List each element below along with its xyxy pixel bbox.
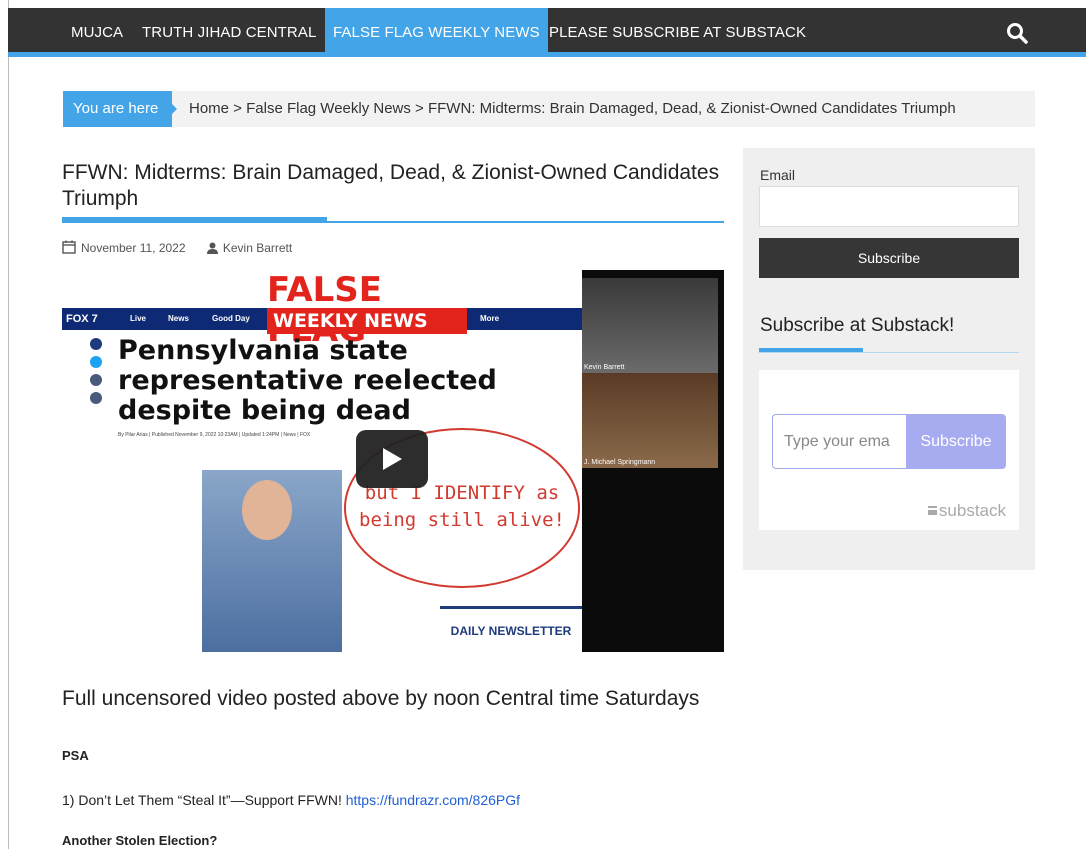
article-meta: November 11, 2022 Kevin Barrett (62, 240, 292, 256)
article-date[interactable]: November 11, 2022 (81, 241, 186, 255)
video-banner-title: FALSE FLAG (267, 270, 383, 350)
email-icon (90, 392, 102, 404)
sidebar: Email Subscribe Subscribe at Substack! T… (743, 148, 1035, 570)
breadcrumb-arrow-icon (172, 104, 177, 114)
play-button[interactable] (356, 430, 428, 488)
nav-item-please-subscribe[interactable]: PLEASE SUBSCRIBE AT SUBSTACK (541, 8, 814, 57)
substack-widget-title: Subscribe at Substack! (760, 315, 955, 336)
speech-bubble-text: but I IDENTIFY as being still alive! (359, 482, 565, 531)
webcam-kevin-barrett: Kevin Barrett (582, 278, 718, 373)
article-author[interactable]: Kevin Barrett (223, 241, 292, 255)
share-icon (90, 374, 102, 386)
calendar-icon (62, 240, 76, 254)
nav-item-mujca[interactable]: MUJCA (64, 8, 130, 57)
fundrazr-link[interactable]: https://fundrazr.com/826PGf (346, 792, 520, 808)
video-frame: FOX 7 Live News Good Day More FALSE FLAG… (62, 270, 582, 652)
nav-item-truth-jihad-central[interactable]: TRUTH JIHAD CENTRAL (135, 8, 323, 57)
email-field[interactable] (759, 186, 1019, 227)
page-left-border (8, 0, 9, 849)
top-navigation: MUJCA TRUTH JIHAD CENTRAL FALSE FLAG WEE… (8, 8, 1086, 57)
video-tab-good-day: Good Day (212, 314, 250, 323)
widget-title-underline-accent (759, 348, 863, 352)
video-byline: By Pilar Arias | Published November 9, 2… (118, 432, 311, 438)
substack-logo-icon (927, 506, 937, 515)
user-icon (206, 242, 218, 254)
substack-email-input[interactable]: Type your ema (772, 414, 906, 469)
article-title: FFWN: Midterms: Brain Damaged, Dead, & Z… (62, 161, 720, 210)
video-channel: FOX 7 (66, 313, 98, 325)
email-label: Email (760, 167, 796, 183)
video-tab-news: News (168, 314, 189, 323)
widget-title-underline (759, 352, 1019, 353)
video-tab-more: More (480, 314, 500, 323)
you-are-here-label: You are here (63, 91, 172, 127)
video-person-head (242, 480, 292, 540)
video-headline: Pennsylvania state representative reelec… (118, 335, 497, 426)
nav-item-false-flag-weekly-news[interactable]: FALSE FLAG WEEKLY NEWS (325, 8, 548, 57)
breadcrumb: You are here Home > False Flag Weekly Ne… (63, 91, 1035, 127)
video-player[interactable]: FOX 7 Live News Good Day More FALSE FLAG… (62, 270, 724, 652)
support-paragraph: 1) Don’t Let Them “Steal It”—Support FFW… (62, 792, 520, 808)
article-subheading: Full uncensored video posted above by no… (62, 687, 700, 710)
stolen-election-heading: Another Stolen Election? (62, 833, 218, 848)
psa-label: PSA (62, 748, 89, 763)
substack-subscribe-button[interactable]: Subscribe (906, 414, 1006, 469)
support-text: 1) Don’t Let Them “Steal It”—Support FFW… (62, 792, 346, 808)
webcam-michael-springmann: J. Michael Springmann (582, 373, 718, 468)
video-banner-subtitle: WEEKLY NEWS (267, 308, 467, 334)
video-person-image (202, 470, 342, 652)
breadcrumb-path[interactable]: Home > False Flag Weekly News > FFWN: Mi… (189, 91, 956, 127)
video-tab-live: Live (130, 314, 147, 323)
substack-brand[interactable]: substack (927, 501, 1006, 521)
webcam-label: J. Michael Springmann (584, 459, 656, 466)
facebook-icon (90, 338, 102, 350)
video-newsletter-label: DAILY NEWSLETTER (440, 606, 582, 652)
title-underline-accent (62, 217, 327, 222)
subscribe-button[interactable]: Subscribe (759, 238, 1019, 278)
twitter-icon (90, 356, 102, 368)
substack-embed: Type your ema Subscribe substack (759, 370, 1019, 530)
substack-brand-label: substack (938, 501, 1006, 520)
webcam-label: Kevin Barrett (584, 364, 625, 371)
search-icon[interactable] (1006, 22, 1028, 44)
